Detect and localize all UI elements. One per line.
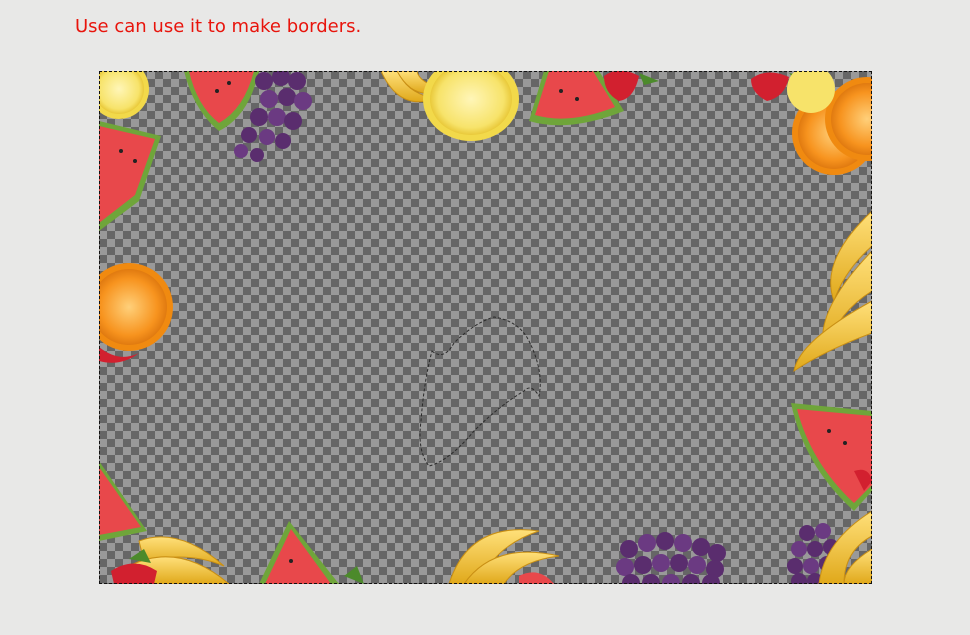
- lemon-slice: [423, 71, 519, 141]
- grapes: [616, 532, 726, 584]
- watermelon-slice: [99, 121, 161, 231]
- orange-slices: [787, 71, 872, 175]
- watermelon-slice: [259, 521, 364, 584]
- bananas: [793, 210, 872, 373]
- fruit-border-layer: [99, 71, 872, 584]
- lasso-selection[interactable]: [419, 316, 541, 467]
- watermelon-slice: [184, 71, 259, 131]
- orange-slice: [99, 263, 173, 363]
- bananas: [448, 529, 560, 584]
- watermelon-slice: [791, 403, 872, 511]
- watermelon-slice: [99, 461, 147, 541]
- caption-text: Use can use it to make borders.: [75, 16, 362, 37]
- image-canvas[interactable]: [99, 71, 872, 584]
- lemon-slice: [99, 71, 149, 119]
